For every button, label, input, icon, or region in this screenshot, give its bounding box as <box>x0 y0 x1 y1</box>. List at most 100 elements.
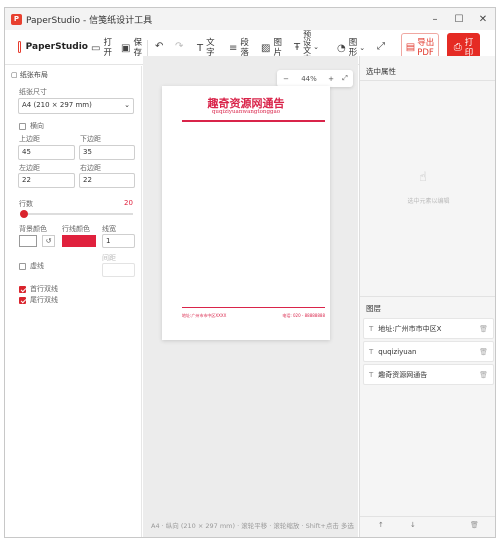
paragraph-icon: ≡ <box>229 42 238 54</box>
fullscreen-button[interactable]: ⤢ <box>377 41 388 52</box>
footer-phone[interactable]: 电话: 020 - 88888888 <box>282 313 325 319</box>
panel-section-title: ▢ 纸张布局 <box>11 71 48 79</box>
bg-color-swatch[interactable] <box>19 235 37 247</box>
pdf-icon: ▤ <box>405 42 416 53</box>
printer-icon: ⎙ <box>453 42 462 53</box>
toolbar-divider <box>147 40 148 56</box>
layout-panel: ▢ 纸张布局 纸张尺寸 A4 (210 × 297 mm) ⌄ 横向 上边距 45… <box>5 66 142 537</box>
text-label-1: 文 <box>206 38 215 48</box>
header-line <box>182 120 325 122</box>
props-title: 选中属性 <box>366 67 396 76</box>
line-color-swatch[interactable] <box>62 235 96 247</box>
rows-label: 行数 <box>19 200 33 208</box>
gap-input[interactable] <box>102 263 135 277</box>
reset-icon: ↺ <box>45 237 52 245</box>
title-bar: P PaperStudio - 信笺纸设计工具 – ☐ ✕ <box>5 8 495 30</box>
paragraph-tool-button[interactable]: ≡ 段落 <box>229 38 249 58</box>
zoom-control: − 44% + ⤢ <box>277 70 353 87</box>
properties-panel: 选中属性 ☝ 选中元素以编辑 图层 T 地址:广州市市中区X 🗑 T quqiz… <box>359 56 495 537</box>
first-double-label: 首行双线 <box>30 285 58 293</box>
text-tool-button[interactable]: T 文字 <box>197 38 215 58</box>
open-label-2: 开 <box>103 48 112 58</box>
dashed-label: 虚线 <box>30 262 44 270</box>
brand-logo-icon <box>18 41 21 53</box>
dashed-checkbox[interactable] <box>19 263 26 270</box>
layers-title: 图层 <box>366 304 381 313</box>
save-button[interactable]: ▣ 保存 <box>121 38 142 58</box>
trash-icon[interactable]: 🗑 <box>479 371 488 379</box>
open-button[interactable]: ▭ 打开 <box>91 38 112 58</box>
gap-label: 间距 <box>102 254 116 262</box>
trash-icon[interactable]: 🗑 <box>479 325 488 333</box>
rows-slider-track[interactable] <box>20 213 133 215</box>
move-up-icon[interactable]: ↑ <box>378 521 384 529</box>
footer-address[interactable]: 地址:广州市市中区XXXX <box>182 313 226 319</box>
margin-left-label: 左边距 <box>19 164 40 172</box>
margin-top-input[interactable]: 45 <box>18 145 75 160</box>
text-icon: T <box>369 347 374 356</box>
zoom-out-button[interactable]: − <box>277 75 295 83</box>
last-double-checkbox[interactable] <box>19 297 26 304</box>
layout-icon: ▢ <box>11 71 20 79</box>
app-window: P PaperStudio - 信笺纸设计工具 – ☐ ✕ PaperStudi… <box>4 7 496 538</box>
shape-icon: ◔ <box>337 42 346 54</box>
move-down-icon[interactable]: ↓ <box>410 521 416 529</box>
close-button[interactable]: ✕ <box>471 8 495 30</box>
paper-sheet[interactable]: 趣奇资源网通告 quqiziyuanwangtonggao 地址:广州市市中区X… <box>162 86 330 340</box>
minimize-button[interactable]: – <box>423 8 447 30</box>
margin-bottom-input[interactable]: 35 <box>79 145 135 160</box>
brand: PaperStudio <box>18 41 88 53</box>
text-icon: T <box>369 324 374 333</box>
margin-left-input[interactable]: 22 <box>18 173 75 188</box>
rows-slider-handle[interactable] <box>20 210 28 218</box>
image-icon: ▨ <box>261 42 271 54</box>
chevron-down-icon: ⌄ <box>359 44 366 52</box>
divider <box>360 296 495 297</box>
undo-button[interactable]: ↶ <box>155 41 166 52</box>
undo-icon: ↶ <box>155 41 164 52</box>
layer-item[interactable]: T 趣奇资源网通告 🗑 <box>363 364 494 385</box>
margin-right-input[interactable]: 22 <box>79 173 135 188</box>
margin-right-label: 右边距 <box>80 164 101 172</box>
fit-icon[interactable]: ⤢ <box>339 74 351 83</box>
landscape-checkbox[interactable] <box>19 123 26 130</box>
redo-icon: ↷ <box>175 41 184 52</box>
layer-item[interactable]: T 地址:广州市市中区X 🗑 <box>363 318 494 339</box>
margin-bottom-label: 下边距 <box>80 135 101 143</box>
text-icon: T <box>369 370 374 379</box>
app-icon: P <box>11 13 22 25</box>
rows-value: 20 <box>124 199 133 207</box>
bg-color-label: 背景颜色 <box>19 225 47 233</box>
redo-button[interactable]: ↷ <box>175 41 186 52</box>
divider <box>360 80 495 81</box>
layer-label: 趣奇资源网通告 <box>378 370 428 379</box>
image-label-1: 图 <box>273 38 282 48</box>
export-label-1: 导出 <box>417 37 435 48</box>
first-double-checkbox[interactable] <box>19 286 26 293</box>
chevron-down-icon: ⌄ <box>124 101 130 109</box>
print-label-1: 打 <box>464 37 474 48</box>
line-width-input[interactable]: 1 <box>102 234 135 248</box>
maximize-button[interactable]: ☐ <box>447 8 471 30</box>
trash-icon[interactable]: 🗑 <box>470 521 479 529</box>
line-width-label: 线宽 <box>102 225 116 233</box>
zoom-in-button[interactable]: + <box>323 75 339 83</box>
window-controls: – ☐ ✕ <box>423 8 495 30</box>
layer-item[interactable]: T quqiziyuan 🗑 <box>363 341 494 362</box>
layer-label: 地址:广州市市中区X <box>378 324 442 333</box>
zoom-level: 44% <box>301 74 317 83</box>
trash-icon[interactable]: 🗑 <box>479 348 488 356</box>
reset-color-button[interactable]: ↺ <box>42 235 55 247</box>
last-double-label: 尾行双线 <box>30 296 58 304</box>
save-label-1: 保 <box>133 38 142 48</box>
divider <box>360 516 495 517</box>
footer-line <box>182 307 325 308</box>
shape-tool-button[interactable]: ◔ 图形 ⌄ <box>337 38 365 58</box>
chevron-down-icon: ⌄ <box>313 43 319 51</box>
paper-subtitle[interactable]: quqiziyuanwangtonggao <box>162 109 330 115</box>
fullscreen-icon: ⤢ <box>377 41 385 52</box>
layer-label: quqiziyuan <box>378 347 417 356</box>
paper-size-select[interactable]: A4 (210 × 297 mm) ⌄ <box>18 98 134 114</box>
folder-icon: ▭ <box>91 42 101 54</box>
image-tool-button[interactable]: ▨ 图片 <box>261 38 282 58</box>
